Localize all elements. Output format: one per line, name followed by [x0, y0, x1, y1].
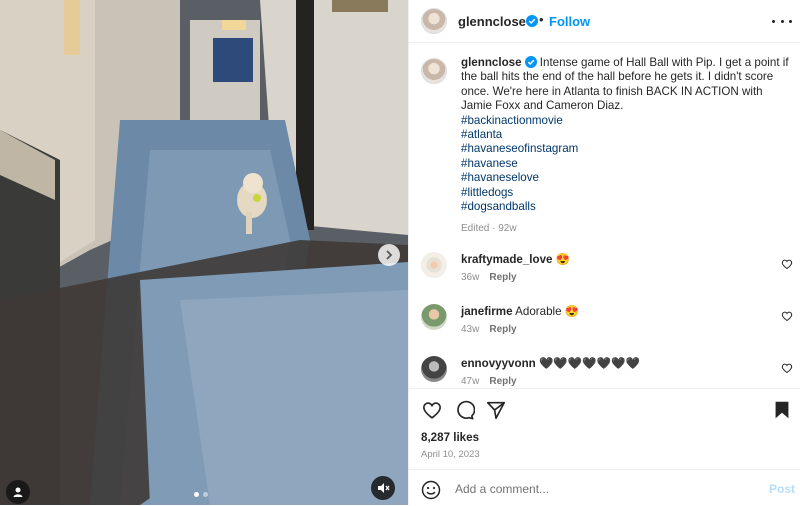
comment-item: janefirme Adorable 😍 43w Reply [421, 304, 793, 344]
post-panel: glennclose • Follow glennclose Intense g… [408, 0, 800, 505]
verified-badge-icon [524, 56, 537, 68]
caption-username[interactable]: glennclose [461, 56, 522, 69]
tag-user-icon [13, 487, 23, 497]
commenter-avatar[interactable] [421, 356, 447, 382]
comment-meta: 36w Reply [461, 272, 517, 283]
comment-text: 🖤🖤🖤🖤🖤🖤🖤 [538, 357, 641, 370]
hashtag-link[interactable]: #havanese [461, 157, 791, 171]
comment-meta: 47w Reply [461, 376, 517, 387]
header-separator: • [539, 12, 544, 27]
hashtag-link[interactable]: #dogsandballs [461, 200, 791, 214]
hashtag-link[interactable]: #backinactionmovie [461, 114, 791, 128]
commenter-username[interactable]: kraftymade_love [461, 253, 553, 266]
comment-age: 47w [461, 376, 480, 387]
reply-button[interactable]: Reply [489, 324, 516, 335]
likes-count[interactable]: 8,287 likes [421, 431, 479, 444]
more-options-icon[interactable] [772, 13, 792, 29]
post-comment-button[interactable]: Post [769, 482, 795, 496]
comment-item: ennovyyvonn 🖤🖤🖤🖤🖤🖤🖤 47w Reply [421, 356, 793, 388]
post-actions: 8,287 likes April 10, 2023 [409, 388, 800, 469]
comment-body: ennovyyvonn 🖤🖤🖤🖤🖤🖤🖤 [461, 356, 640, 370]
slide-dot [194, 492, 199, 497]
video-frame [0, 0, 408, 505]
add-comment-bar: Post [409, 469, 800, 506]
tagged-users-button[interactable] [6, 480, 30, 504]
slide-dot [203, 492, 208, 497]
comment-icon[interactable] [453, 399, 475, 421]
heart-icon[interactable] [781, 258, 793, 270]
mute-icon [378, 483, 390, 493]
comment-age: 36w [461, 272, 480, 283]
commenter-username[interactable]: ennovyyvonn [461, 357, 536, 370]
caption-avatar[interactable] [421, 58, 447, 84]
heart-icon[interactable] [781, 310, 793, 322]
reply-button[interactable]: Reply [489, 272, 516, 283]
comment-meta: 43w Reply [461, 324, 517, 335]
verified-badge-icon [526, 15, 538, 27]
commenter-username[interactable]: janefirme [461, 305, 513, 318]
comment-input[interactable] [453, 479, 757, 499]
comment-item: kraftymade_love 😍 36w Reply [421, 252, 793, 292]
follow-button[interactable]: Follow [549, 14, 590, 29]
slide-indicator [194, 492, 208, 497]
comments-scroll-area[interactable]: glennclose Intense game of Hall Ball wit… [409, 42, 800, 388]
next-slide-button[interactable] [378, 244, 400, 266]
heart-icon[interactable] [421, 399, 443, 421]
hashtag-link[interactable]: #havaneselove [461, 171, 791, 185]
reply-button[interactable]: Reply [489, 376, 516, 387]
comment-text: 😍 [555, 253, 571, 266]
comment-age: 43w [461, 324, 480, 335]
hashtag-link[interactable]: #havaneseofinstagram [461, 142, 791, 156]
share-icon[interactable] [485, 399, 507, 421]
commenter-avatar[interactable] [421, 252, 447, 278]
hashtag-list: #backinactionmovie #atlanta #havaneseofi… [461, 114, 791, 215]
caption-body: glennclose Intense game of Hall Ball wit… [461, 56, 791, 237]
commenter-avatar[interactable] [421, 304, 447, 330]
heart-icon[interactable] [781, 362, 793, 374]
post-date[interactable]: April 10, 2023 [421, 449, 480, 460]
caption-meta: Edited · 92w [461, 223, 517, 235]
hashtag-link[interactable]: #littledogs [461, 186, 791, 200]
post-media[interactable] [0, 0, 408, 505]
hashtag-link[interactable]: #atlanta [461, 128, 791, 142]
comment-text: Adorable 😍 [515, 305, 580, 318]
author-avatar[interactable] [421, 8, 447, 34]
comment-body: kraftymade_love 😍 [461, 252, 570, 266]
author-username[interactable]: glennclose [458, 14, 526, 29]
post-header: glennclose • Follow [409, 0, 800, 43]
comment-body: janefirme Adorable 😍 [461, 304, 579, 318]
bookmark-icon[interactable] [771, 399, 793, 421]
next-arrow-icon [386, 250, 393, 260]
mute-button[interactable] [371, 476, 395, 500]
emoji-icon[interactable] [421, 480, 441, 500]
